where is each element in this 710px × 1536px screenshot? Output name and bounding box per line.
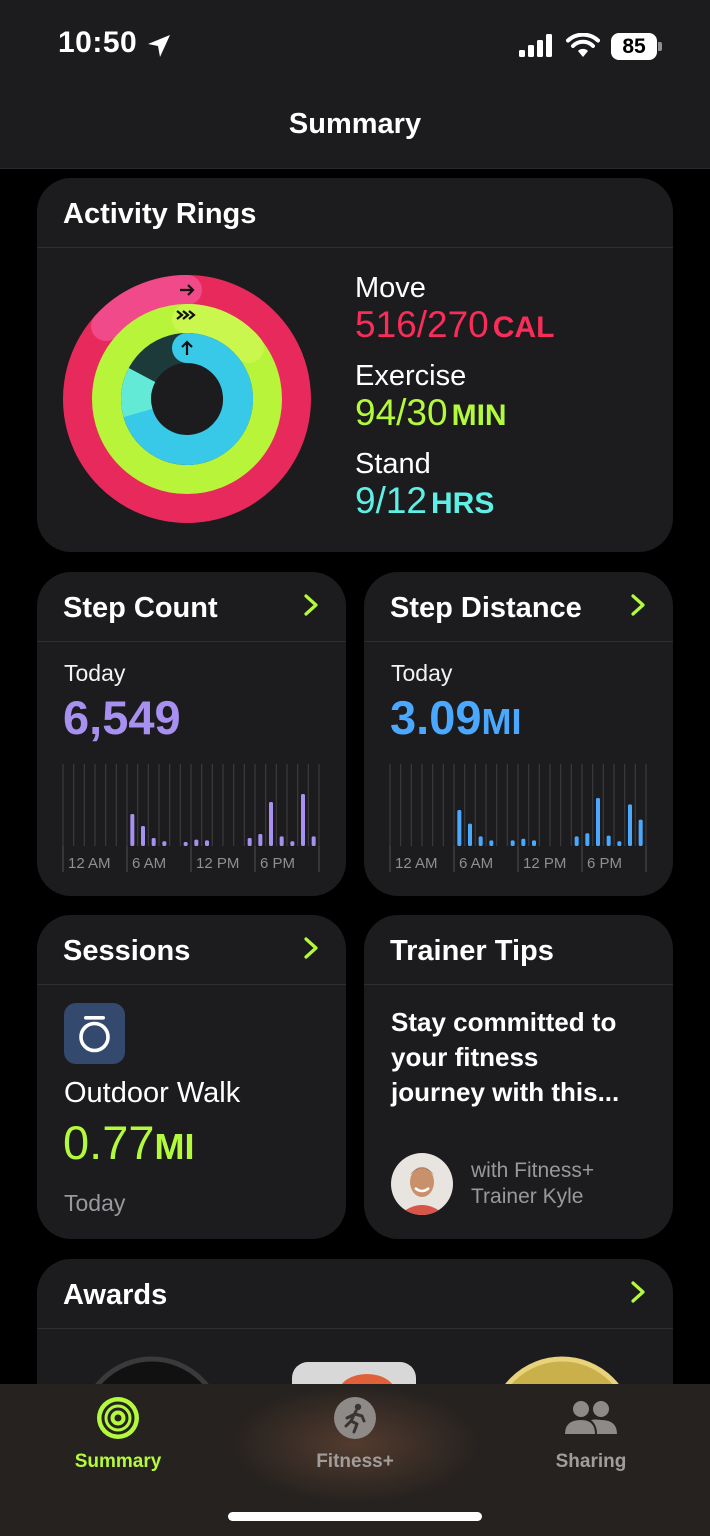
- sessions-card[interactable]: Sessions Outdoor Walk 0.77MI Today: [37, 915, 346, 1239]
- location-arrow-icon: [148, 35, 170, 57]
- axis-tick-label: 12 AM: [395, 855, 438, 872]
- move-label: Move: [355, 272, 426, 304]
- card-divider: [37, 984, 346, 985]
- stand-label: Stand: [355, 448, 431, 480]
- step-distance-period: Today: [391, 660, 453, 686]
- awards-title: Awards: [63, 1279, 168, 1311]
- card-divider: [364, 641, 673, 642]
- move-value: 516/270 CAL: [355, 304, 555, 345]
- exercise-label: Exercise: [355, 360, 467, 392]
- axis-tick-label: 6 AM: [132, 855, 166, 872]
- session-activity: Outdoor Walk: [64, 1077, 241, 1109]
- hourly-bar: [141, 826, 145, 846]
- hourly-bar: [194, 839, 199, 846]
- hourly-bar: [468, 823, 472, 846]
- step-count-card[interactable]: Step Count Today 6,549 12 AM 6 AM 12 PM 6 P…: [37, 572, 346, 896]
- axis-tick-label: 12 PM: [523, 855, 566, 872]
- hourly-bar: [617, 841, 622, 846]
- step-count-value: 6,549: [63, 691, 181, 744]
- tab-fitness-plus[interactable]: [270, 1396, 440, 1445]
- battery-tip: [658, 42, 662, 51]
- cellular-signal-icon: [519, 34, 552, 57]
- hourly-bar: [205, 840, 209, 846]
- hourly-bar: [301, 794, 305, 846]
- axis-tick-label: 12 PM: [196, 855, 239, 872]
- hourly-bar: [457, 810, 462, 846]
- home-indicator: [228, 1512, 482, 1521]
- axis-tick-label: 6 PM: [260, 855, 295, 872]
- hourly-bar: [311, 836, 316, 846]
- sessions-title: Sessions: [63, 935, 191, 967]
- page-title: Summary: [288, 108, 422, 140]
- hourly-bar: [183, 842, 188, 846]
- activity-rings-card[interactable]: Activity Rings Move 516/270 CAL Exercise …: [37, 178, 673, 552]
- tab-fitness-plus-label[interactable]: Fitness+: [270, 1451, 440, 1473]
- tab-summary-label[interactable]: Summary: [33, 1451, 203, 1473]
- step-count-period: Today: [64, 660, 126, 686]
- hourly-bar: [290, 841, 295, 846]
- session-distance: 0.77MI: [63, 1116, 195, 1169]
- card-divider: [37, 1328, 673, 1329]
- wifi-icon: [566, 33, 600, 57]
- trainer-credit: with Fitness+ Trainer Kyle: [471, 1159, 595, 1208]
- running-figure-icon[interactable]: [333, 1396, 377, 1440]
- hourly-bar: [258, 834, 263, 846]
- mindfulness-app-icon: [64, 1003, 125, 1064]
- status-time: 10:50: [58, 26, 138, 59]
- tab-sharing[interactable]: [506, 1396, 676, 1445]
- activity-rings-icon: [63, 274, 311, 523]
- hourly-bar: [628, 804, 632, 846]
- exercise-value: 94/30 MIN: [355, 392, 507, 433]
- session-period: Today: [64, 1190, 126, 1216]
- hourly-bar: [574, 836, 579, 846]
- tab-sharing-label[interactable]: Sharing: [506, 1451, 676, 1473]
- chevron-right-icon[interactable]: [625, 1279, 651, 1305]
- activity-rings-icon[interactable]: [96, 1396, 140, 1440]
- trainer-avatar: [391, 1153, 453, 1215]
- hourly-bar: [279, 836, 284, 846]
- step-distance-title: Step Distance: [390, 592, 582, 624]
- hourly-bar: [532, 840, 536, 846]
- hourly-bar: [606, 835, 611, 846]
- hourly-bar: [585, 833, 590, 846]
- axis-tick-label: 6 PM: [587, 855, 622, 872]
- tab-summary[interactable]: [33, 1396, 203, 1445]
- hourly-bar: [596, 798, 600, 846]
- hourly-bar: [478, 836, 483, 846]
- step-distance-value: 3.09MI: [390, 691, 522, 744]
- hourly-bar: [521, 838, 526, 846]
- stand-value: 9/12 HRS: [355, 480, 495, 521]
- axis-tick-label: 6 AM: [459, 855, 493, 872]
- timer-icon: [79, 1016, 110, 1053]
- step-count-title: Step Count: [63, 592, 218, 624]
- step-distance-card[interactable]: Step Distance Today 3.09MI 12 AM 6 AM 12 P…: [364, 572, 673, 896]
- activity-rings-title: Activity Rings: [63, 198, 257, 230]
- card-divider: [364, 984, 673, 985]
- battery-indicator: 85: [611, 33, 657, 60]
- battery-level: 85: [622, 35, 646, 58]
- trainer-tips-card[interactable]: Trainer Tips Stay committed to your fitn…: [364, 915, 673, 1239]
- chevron-right-icon[interactable]: [298, 935, 324, 961]
- hourly-bar: [162, 841, 167, 846]
- hourly-bar: [489, 840, 494, 846]
- chevron-right-icon[interactable]: [298, 592, 324, 618]
- chevron-right-icon[interactable]: [625, 592, 651, 618]
- hourly-bar: [151, 838, 156, 846]
- hourly-bar: [247, 838, 252, 846]
- card-divider: [37, 247, 673, 248]
- trainer-tip-text: Stay committed to your fitness journey w…: [391, 1007, 620, 1107]
- hourly-bar: [130, 814, 135, 846]
- axis-tick-label: 12 AM: [68, 855, 111, 872]
- card-divider: [37, 641, 346, 642]
- step-count-histogram: 12 AM 6 AM 12 PM 6 PM: [62, 764, 320, 872]
- people-icon[interactable]: [561, 1396, 621, 1440]
- trainer-tips-title: Trainer Tips: [390, 935, 554, 967]
- step-distance-histogram: 12 AM 6 AM 12 PM 6 PM: [389, 764, 647, 872]
- hourly-bar: [510, 840, 515, 846]
- hourly-bar: [269, 802, 273, 846]
- hourly-bar: [638, 819, 643, 846]
